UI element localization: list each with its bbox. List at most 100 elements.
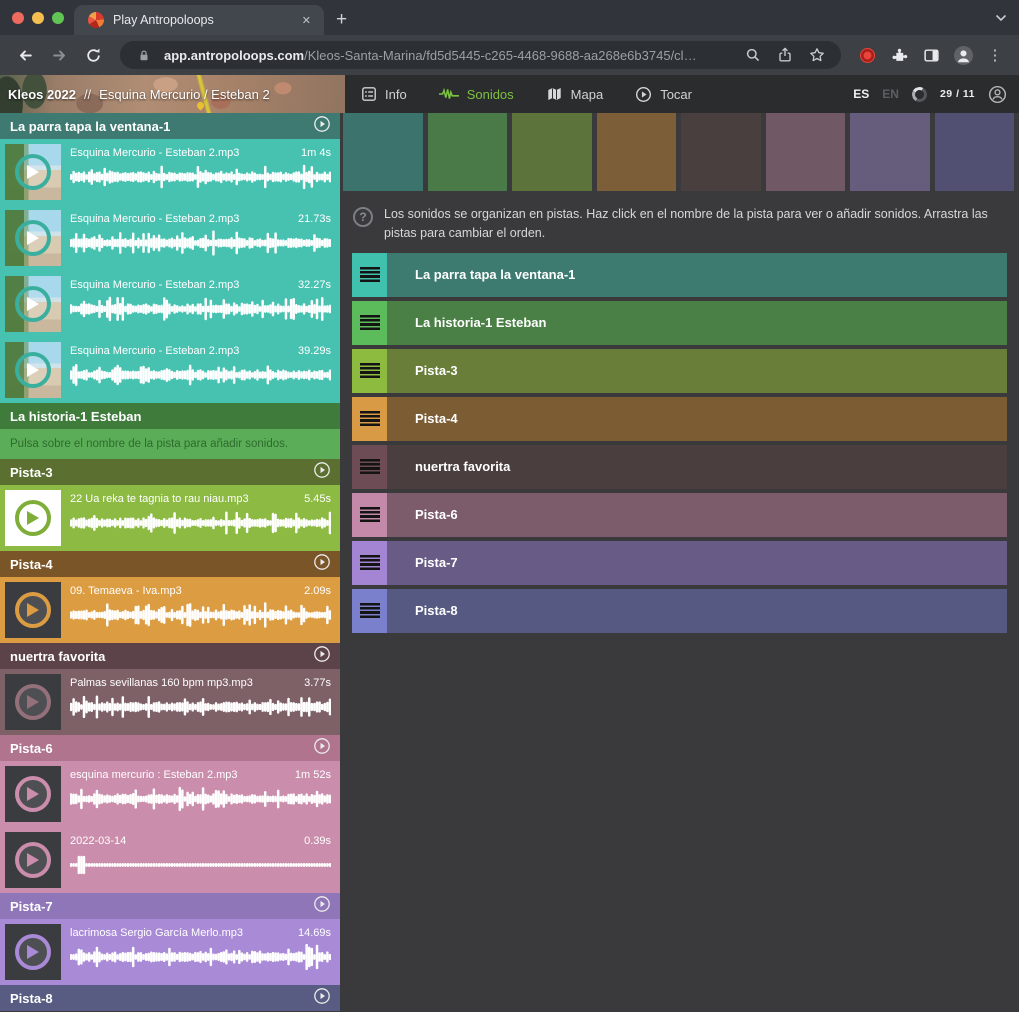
tab-sonidos[interactable]: Sonidos <box>439 87 514 102</box>
audio-clip-row[interactable]: Esquina Mercurio - Esteban 2.mp3 21.73s <box>0 205 340 271</box>
track-list-row[interactable]: nuertra favorita <box>352 445 1007 489</box>
sidebar-track-header[interactable]: La parra tapa la ventana-1 <box>0 113 340 139</box>
audio-clip-row[interactable]: esquina mercurio : Esteban 2.mp3 1m 52s <box>0 761 340 827</box>
audio-clip-row[interactable]: 2022-03-14 0.39s <box>0 827 340 893</box>
clip-play-icon[interactable] <box>15 776 51 812</box>
new-tab-button[interactable]: + <box>324 9 359 35</box>
clip-file-name: esquina mercurio : Esteban 2.mp3 <box>70 769 238 781</box>
audio-clip-row[interactable]: 09. Temaeva - Iva.mp3 2.09s <box>0 577 340 643</box>
lang-en[interactable]: EN <box>882 87 899 101</box>
sidebar-track-header[interactable]: nuertra favorita <box>0 643 340 669</box>
track-row-body[interactable]: Pista-7 <box>387 541 1007 585</box>
play-circle-icon <box>635 86 652 103</box>
clip-file-name: Palmas sevillanas 160 bpm mp3.mp3 <box>70 677 253 689</box>
clip-play-icon[interactable] <box>15 286 51 322</box>
back-button[interactable] <box>10 40 40 70</box>
audio-clip-row[interactable]: lacrimosa Sergio García Merlo.mp3 14.69s <box>0 919 340 985</box>
tab-close-icon[interactable]: ✕ <box>297 12 316 29</box>
drag-handle[interactable] <box>352 253 387 297</box>
zoom-icon[interactable] <box>741 47 765 63</box>
play-track-icon[interactable] <box>313 553 331 576</box>
audio-clip-row[interactable]: Esquina Mercurio - Esteban 2.mp3 39.29s <box>0 337 340 403</box>
macos-close-button[interactable] <box>12 12 24 24</box>
clip-waveform <box>70 694 331 720</box>
sidebar-track-header[interactable]: Pista-8 <box>0 985 340 1011</box>
audio-clip-row[interactable]: Esquina Mercurio - Esteban 2.mp3 1m 4s <box>0 139 340 205</box>
track-row-name: nuertra favorita <box>415 459 510 474</box>
track-row-body[interactable]: Pista-3 <box>387 349 1007 393</box>
browser-profile-avatar[interactable] <box>949 41 977 69</box>
track-list-row[interactable]: Pista-7 <box>352 541 1007 585</box>
play-track-icon[interactable] <box>313 895 331 918</box>
extensions-puzzle-icon[interactable] <box>885 41 913 69</box>
track-list-row[interactable]: Pista-3 <box>352 349 1007 393</box>
tab-mapa[interactable]: Mapa <box>546 86 604 102</box>
track-row-body[interactable]: Pista-6 <box>387 493 1007 537</box>
track-list-row[interactable]: Pista-8 <box>352 589 1007 633</box>
play-track-icon[interactable] <box>313 737 331 760</box>
lang-es[interactable]: ES <box>853 87 869 101</box>
clip-play-icon[interactable] <box>15 842 51 878</box>
clip-waveform <box>70 510 331 536</box>
drag-handle[interactable] <box>352 301 387 345</box>
drag-handle[interactable] <box>352 349 387 393</box>
track-row-body[interactable]: Pista-8 <box>387 589 1007 633</box>
clip-play-icon[interactable] <box>15 352 51 388</box>
help-row: ? Los sonidos se organizan en pistas. Ha… <box>353 205 1005 244</box>
clip-play-triangle <box>27 853 46 867</box>
drag-handle[interactable] <box>352 445 387 489</box>
track-color-swatch <box>597 113 677 191</box>
share-icon[interactable] <box>773 47 797 63</box>
track-row-body[interactable]: La historia-1 Esteban <box>387 301 1007 345</box>
side-panel-icon[interactable] <box>917 41 945 69</box>
sidebar-track-header[interactable]: Pista-7 <box>0 893 340 919</box>
url-bar[interactable]: app.antropoloops.com/Kleos-Santa-Marina/… <box>120 41 841 69</box>
tracks-sidebar: La parra tapa la ventana-1 Esquina Mercu… <box>0 113 340 1012</box>
reload-button[interactable] <box>78 40 108 70</box>
play-track-icon[interactable] <box>313 115 331 138</box>
track-row-body[interactable]: La parra tapa la ventana-1 <box>387 253 1007 297</box>
sidebar-track-header[interactable]: Pista-4 <box>0 551 340 577</box>
drag-handle[interactable] <box>352 397 387 441</box>
sidebar-track-section: La historia-1 Esteban Pulsa sobre el nom… <box>0 403 340 459</box>
play-track-icon[interactable] <box>313 987 331 1010</box>
clip-play-icon[interactable] <box>15 684 51 720</box>
clip-play-icon[interactable] <box>15 154 51 190</box>
sidebar-track-header[interactable]: Pista-6 <box>0 735 340 761</box>
track-row-body[interactable]: Pista-4 <box>387 397 1007 441</box>
main-panel: ? Los sonidos se organizan en pistas. Ha… <box>340 113 1019 1012</box>
track-row-body[interactable]: nuertra favorita <box>387 445 1007 489</box>
audio-clip-row[interactable]: 22 Ua reka te tagnia to rau niau.mp3 5.4… <box>0 485 340 551</box>
tab-tocar[interactable]: Tocar <box>635 86 692 103</box>
tab-search-chevron-icon[interactable] <box>995 9 1007 27</box>
tab-info[interactable]: Info <box>361 86 407 102</box>
clip-duration: 3.77s <box>304 677 331 689</box>
audio-clip-row[interactable]: Esquina Mercurio - Esteban 2.mp3 32.27s <box>0 271 340 337</box>
track-list-row[interactable]: Pista-4 <box>352 397 1007 441</box>
account-icon[interactable] <box>988 85 1007 104</box>
macos-minimize-button[interactable] <box>32 12 44 24</box>
clip-play-icon[interactable] <box>15 500 51 536</box>
clip-play-icon[interactable] <box>15 592 51 628</box>
audio-clip-row[interactable]: Palmas sevillanas 160 bpm mp3.mp3 3.77s <box>0 669 340 735</box>
clip-play-icon[interactable] <box>15 220 51 256</box>
loops-counter: 29 / 11 <box>940 88 975 100</box>
screen-record-icon[interactable] <box>853 41 881 69</box>
track-list-row[interactable]: Pista-6 <box>352 493 1007 537</box>
track-list-row[interactable]: La historia-1 Esteban <box>352 301 1007 345</box>
play-track-icon[interactable] <box>313 645 331 668</box>
drag-handle[interactable] <box>352 541 387 585</box>
browser-menu-icon[interactable]: ⋮ <box>981 41 1009 69</box>
drag-handle[interactable] <box>352 493 387 537</box>
bookmark-star-icon[interactable] <box>805 47 829 63</box>
browser-tab[interactable]: Play Antropoloops ✕ <box>74 5 324 35</box>
sidebar-track-header[interactable]: Pista-3 <box>0 459 340 485</box>
drag-handle[interactable] <box>352 589 387 633</box>
forward-button[interactable] <box>44 40 74 70</box>
clip-play-icon[interactable] <box>15 934 51 970</box>
macos-fullscreen-button[interactable] <box>52 12 64 24</box>
sidebar-track-section: Pista-8 <box>0 985 340 1011</box>
sidebar-track-header[interactable]: La historia-1 Esteban <box>0 403 340 429</box>
play-track-icon[interactable] <box>313 461 331 484</box>
track-list-row[interactable]: La parra tapa la ventana-1 <box>352 253 1007 297</box>
